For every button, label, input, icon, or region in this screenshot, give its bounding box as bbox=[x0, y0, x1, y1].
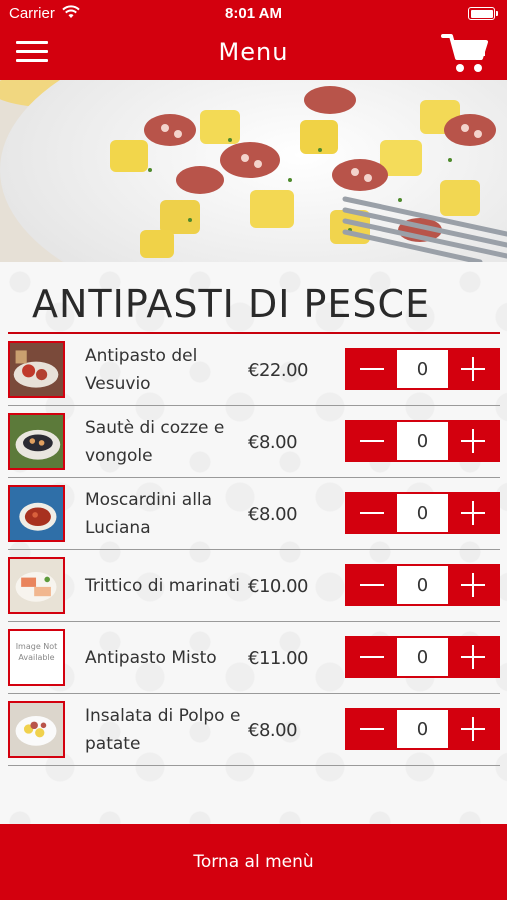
menu-item[interactable]: Sautè di cozze e vongole €8.00 0 bbox=[8, 406, 500, 478]
menu-item[interactable]: Antipasto del Vesuvio €22.00 0 bbox=[8, 334, 500, 406]
battery-icon bbox=[468, 7, 498, 20]
quantity-stepper: 0 bbox=[345, 492, 500, 534]
status-bar: Carrier 8:01 AM bbox=[0, 0, 507, 28]
quantity-stepper: 0 bbox=[345, 420, 500, 462]
quantity-stepper: 0 bbox=[345, 636, 500, 678]
increment-button[interactable] bbox=[448, 494, 498, 532]
item-name: Sautè di cozze e vongole bbox=[85, 418, 225, 466]
item-name: Antipasto del Vesuvio bbox=[85, 346, 198, 394]
quantity-value: 0 bbox=[397, 638, 448, 676]
item-price: €8.00 bbox=[248, 503, 298, 525]
quantity-value: 0 bbox=[397, 710, 448, 748]
quantity-stepper: 0 bbox=[345, 348, 500, 390]
menu-item[interactable]: Image Not Available Antipasto Misto €11.… bbox=[8, 622, 500, 694]
nav-bar: Menu bbox=[0, 28, 507, 80]
decrement-button[interactable] bbox=[347, 422, 397, 460]
item-name: Insalata di Polpo e patate bbox=[85, 706, 241, 754]
item-name: Moscardini alla Luciana bbox=[85, 490, 213, 538]
cart-icon[interactable] bbox=[441, 32, 489, 74]
item-thumbnail bbox=[8, 413, 65, 470]
increment-button[interactable] bbox=[448, 638, 498, 676]
menu-item-list: Antipasto del Vesuvio €22.00 0 Sautè di … bbox=[8, 334, 500, 766]
increment-button[interactable] bbox=[448, 350, 498, 388]
quantity-value: 0 bbox=[397, 422, 448, 460]
item-name: Antipasto Misto bbox=[85, 648, 217, 668]
item-price: €11.00 bbox=[248, 647, 308, 669]
item-name: Trittico di marinati bbox=[85, 576, 240, 596]
quantity-value: 0 bbox=[397, 350, 448, 388]
section-title: ANTIPASTI DI PESCE bbox=[32, 282, 431, 326]
menu-item[interactable]: Trittico di marinati €10.00 0 bbox=[8, 550, 500, 622]
menu-section: ANTIPASTI DI PESCE Antipasto del Vesuvio… bbox=[0, 262, 507, 824]
decrement-button[interactable] bbox=[347, 494, 397, 532]
quantity-stepper: 0 bbox=[345, 708, 500, 750]
item-thumbnail bbox=[8, 557, 65, 614]
decrement-button[interactable] bbox=[347, 350, 397, 388]
back-to-menu-button[interactable]: Torna al menù bbox=[0, 824, 507, 900]
menu-item[interactable]: Moscardini alla Luciana €8.00 0 bbox=[8, 478, 500, 550]
clock: 8:01 AM bbox=[225, 5, 282, 22]
quantity-value: 0 bbox=[397, 494, 448, 532]
decrement-button[interactable] bbox=[347, 638, 397, 676]
item-price: €8.00 bbox=[248, 719, 298, 741]
hero-image bbox=[0, 80, 507, 262]
increment-button[interactable] bbox=[448, 710, 498, 748]
item-price: €8.00 bbox=[248, 431, 298, 453]
page-title: Menu bbox=[218, 38, 289, 66]
item-price: €10.00 bbox=[248, 575, 308, 597]
image-placeholder: Image Not Available bbox=[8, 629, 65, 686]
item-thumbnail bbox=[8, 485, 65, 542]
decrement-button[interactable] bbox=[347, 710, 397, 748]
decrement-button[interactable] bbox=[347, 566, 397, 604]
item-price: €22.00 bbox=[248, 359, 308, 381]
quantity-stepper: 0 bbox=[345, 564, 500, 606]
item-thumbnail bbox=[8, 701, 65, 758]
increment-button[interactable] bbox=[448, 566, 498, 604]
quantity-value: 0 bbox=[397, 566, 448, 604]
menu-item[interactable]: Insalata di Polpo e patate €8.00 0 bbox=[8, 694, 500, 766]
item-thumbnail bbox=[8, 341, 65, 398]
increment-button[interactable] bbox=[448, 422, 498, 460]
